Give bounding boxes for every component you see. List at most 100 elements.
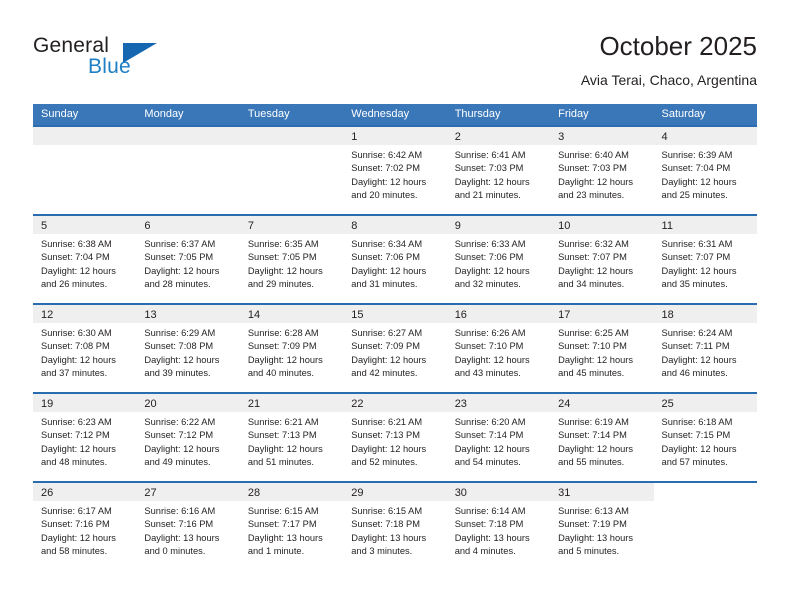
day-number: 5 [41,220,48,232]
calendar-day-cell[interactable]: 26 Sunrise: 6:17 AM Sunset: 7:16 PM Dayligh… [33,483,137,569]
day-detail-line: and 58 minutes. [41,546,108,557]
day-detail-line: Daylight: 12 hours [351,443,427,454]
calendar-day-cell[interactable]: 28 Sunrise: 6:15 AM Sunset: 7:17 PM Dayligh… [239,483,344,569]
day-detail-line: Sunset: 7:15 PM [661,430,731,441]
calendar-day-cell[interactable]: 29 Sunrise: 6:15 AM Sunset: 7:18 PM Dayligh… [343,483,447,569]
day-number: 4 [661,131,668,143]
day-number: 12 [41,309,54,321]
calendar-day-cell[interactable]: 9 Sunrise: 6:33 AM Sunset: 7:06 PM Daylight… [446,216,551,303]
day-number: 25 [661,398,674,410]
calendar-day-cell[interactable]: 2 Sunrise: 6:41 AM Sunset: 7:03 PM Daylight… [446,127,551,214]
calendar-week-row: 12 Sunrise: 6:30 AM Sunset: 7:08 PM Dayligh… [33,303,757,392]
day-number-band: 3 [550,127,654,145]
day-details: Sunrise: 6:13 AM Sunset: 7:19 PM Daylight:… [550,501,653,559]
day-detail-line: Sunrise: 6:27 AM [351,328,423,338]
day-detail-line: Sunrise: 6:22 AM [144,417,216,427]
day-details: Sunrise: 6:23 AM Sunset: 7:12 PM Daylight:… [33,412,136,470]
day-detail-line: and 4 minutes. [454,546,516,557]
day-detail-line: Daylight: 12 hours [144,265,220,276]
weekday-header-sunday: Sunday [41,108,79,120]
calendar-weeks: 1 Sunrise: 6:42 AM Sunset: 7:02 PM Daylight… [33,125,757,570]
day-detail-line: and 57 minutes. [661,457,728,468]
day-detail-line: and 3 minutes. [351,546,413,557]
calendar-day-cell[interactable]: 11 Sunrise: 6:31 AM Sunset: 7:07 PM Dayligh… [653,216,757,303]
calendar-grid: Sunday Monday Tuesday Wednesday Thursday Frid… [33,104,757,570]
day-detail-line: and 29 minutes. [247,279,314,290]
calendar-day-cell[interactable]: 24 Sunrise: 6:19 AM Sunset: 7:14 PM Dayligh… [550,394,654,481]
day-detail-line: and 55 minutes. [558,457,625,468]
calendar-day-cell[interactable]: 10 Sunrise: 6:32 AM Sunset: 7:07 PM Dayligh… [550,216,654,303]
day-detail-line: Sunset: 7:19 PM [558,519,627,530]
day-detail-line: Sunrise: 6:21 AM [247,417,319,427]
calendar-day-cell[interactable]: 5 Sunrise: 6:38 AM Sunset: 7:04 PM Daylight… [33,216,137,303]
calendar-day-cell[interactable]: 25 Sunrise: 6:18 AM Sunset: 7:15 PM Dayligh… [653,394,757,481]
day-number-band: 20 [136,394,240,412]
day-detail-line: Sunrise: 6:21 AM [351,417,423,427]
day-details: Sunrise: 6:15 AM Sunset: 7:17 PM Daylight:… [240,501,343,559]
day-detail-line: Sunrise: 6:26 AM [454,328,526,338]
day-detail-line: Daylight: 12 hours [454,265,530,276]
day-number: 27 [144,487,157,499]
day-detail-line: Sunrise: 6:35 AM [247,239,319,249]
day-number-band: 23 [446,394,551,412]
day-number-band: 15 [343,305,447,323]
calendar-day-cell[interactable]: 23 Sunrise: 6:20 AM Sunset: 7:14 PM Dayligh… [446,394,551,481]
calendar-day-cell[interactable]: 20 Sunrise: 6:22 AM Sunset: 7:12 PM Dayligh… [136,394,240,481]
day-detail-line: Sunrise: 6:30 AM [41,328,112,338]
day-detail-line: and 39 minutes. [144,368,211,379]
day-detail-line: Sunrise: 6:17 AM [41,506,112,516]
calendar-day-cell[interactable]: 15 Sunrise: 6:27 AM Sunset: 7:09 PM Dayligh… [343,305,447,392]
calendar-day-cell[interactable]: 30 Sunrise: 6:14 AM Sunset: 7:18 PM Dayligh… [446,483,551,569]
day-detail-line: Sunrise: 6:16 AM [144,506,216,516]
day-number: 17 [558,309,571,321]
day-number: 9 [454,220,461,232]
calendar-day-cell[interactable]: 16 Sunrise: 6:26 AM Sunset: 7:10 PM Dayligh… [446,305,551,392]
day-detail-line: Daylight: 12 hours [661,354,737,365]
day-details: Sunrise: 6:21 AM Sunset: 7:13 PM Daylight:… [240,412,343,470]
day-detail-line: and 21 minutes. [454,190,521,201]
calendar-day-cell[interactable]: 3 Sunrise: 6:40 AM Sunset: 7:03 PM Daylight… [550,127,654,214]
day-detail-line: Sunset: 7:09 PM [351,341,420,352]
calendar-day-cell[interactable]: 31 Sunrise: 6:13 AM Sunset: 7:19 PM Dayligh… [550,483,654,569]
calendar-day-cell[interactable]: 19 Sunrise: 6:23 AM Sunset: 7:12 PM Dayligh… [33,394,137,481]
day-details: Sunrise: 6:15 AM Sunset: 7:18 PM Daylight:… [343,501,446,559]
calendar-day-cell[interactable]: 8 Sunrise: 6:34 AM Sunset: 7:06 PM Daylight… [343,216,447,303]
day-detail-line: and 28 minutes. [144,279,211,290]
general-blue-logo[interactable]: General Blue [33,34,233,88]
calendar-day-cell[interactable]: 22 Sunrise: 6:21 AM Sunset: 7:13 PM Dayligh… [343,394,447,481]
day-detail-line: Daylight: 12 hours [41,354,116,365]
calendar-day-cell[interactable]: 18 Sunrise: 6:24 AM Sunset: 7:11 PM Dayligh… [653,305,757,392]
day-details: Sunrise: 6:33 AM Sunset: 7:06 PM Daylight:… [447,234,550,292]
calendar-day-cell[interactable]: 4 Sunrise: 6:39 AM Sunset: 7:04 PM Daylight… [653,127,757,214]
day-detail-line: Sunset: 7:16 PM [144,519,214,530]
day-detail-line: and 42 minutes. [351,368,418,379]
day-detail-line: Sunrise: 6:19 AM [558,417,629,427]
day-details: Sunrise: 6:42 AM Sunset: 7:02 PM Daylight:… [343,145,446,203]
day-detail-line: Daylight: 12 hours [558,443,634,454]
weekday-header-saturday: Saturday [661,108,706,120]
day-detail-line: and 49 minutes. [144,457,211,468]
day-detail-line: Daylight: 13 hours [454,532,530,543]
calendar-day-cell[interactable]: 7 Sunrise: 6:35 AM Sunset: 7:05 PM Daylight… [239,216,344,303]
calendar-day-cell[interactable]: 12 Sunrise: 6:30 AM Sunset: 7:08 PM Dayligh… [33,305,137,392]
logo-text-blue: Blue [88,55,131,78]
calendar-day-cell[interactable]: 17 Sunrise: 6:25 AM Sunset: 7:10 PM Dayligh… [550,305,654,392]
day-detail-line: Sunrise: 6:40 AM [558,150,629,160]
day-number: 2 [454,131,461,143]
day-detail-line: Sunset: 7:12 PM [41,430,110,441]
day-details: Sunrise: 6:39 AM Sunset: 7:04 PM Daylight:… [654,145,757,203]
day-number: 31 [558,487,571,499]
calendar-day-cell[interactable]: 13 Sunrise: 6:29 AM Sunset: 7:08 PM Dayligh… [136,305,240,392]
day-details: Sunrise: 6:26 AM Sunset: 7:10 PM Daylight:… [447,323,550,381]
day-number-band [136,127,240,145]
day-number-band: 4 [653,127,757,145]
weekday-header-tuesday: Tuesday [247,108,290,120]
day-details: Sunrise: 6:25 AM Sunset: 7:10 PM Daylight:… [550,323,653,381]
calendar-day-cell[interactable]: 6 Sunrise: 6:37 AM Sunset: 7:05 PM Daylight… [136,216,240,303]
day-details: Sunrise: 6:28 AM Sunset: 7:09 PM Daylight:… [240,323,343,381]
calendar-day-cell[interactable]: 27 Sunrise: 6:16 AM Sunset: 7:16 PM Dayligh… [136,483,240,569]
day-detail-line: Daylight: 12 hours [454,176,530,187]
calendar-day-cell[interactable]: 1 Sunrise: 6:42 AM Sunset: 7:02 PM Daylight… [343,127,447,214]
calendar-day-cell[interactable]: 21 Sunrise: 6:21 AM Sunset: 7:13 PM Dayligh… [239,394,344,481]
calendar-day-cell[interactable]: 14 Sunrise: 6:28 AM Sunset: 7:09 PM Dayligh… [239,305,344,392]
